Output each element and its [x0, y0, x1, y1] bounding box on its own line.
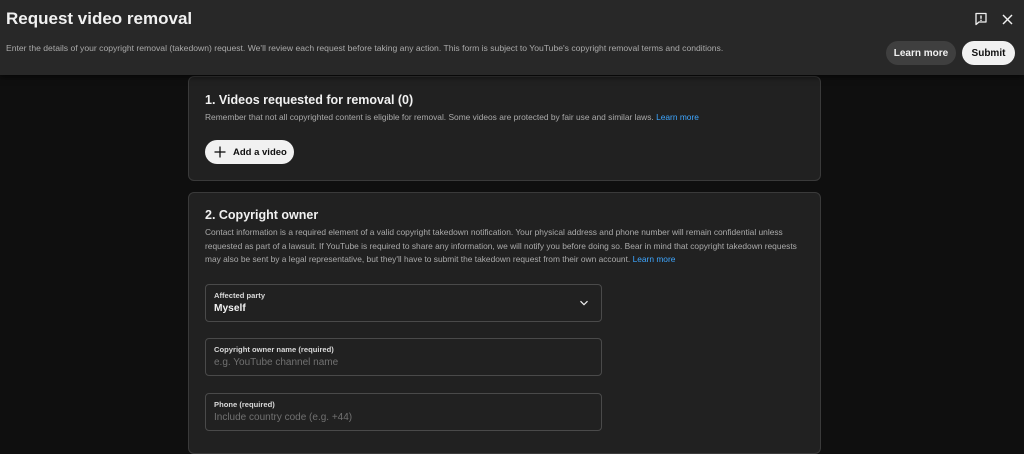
owner-name-label: Copyright owner name (required)	[214, 345, 334, 354]
learn-more-button[interactable]: Learn more	[886, 41, 956, 65]
feedback-icon[interactable]	[972, 10, 990, 28]
chevron-down-icon	[580, 300, 588, 306]
plus-icon	[213, 145, 227, 159]
add-video-button[interactable]: Add a video	[205, 140, 294, 164]
videos-section-title: 1. Videos requested for removal (0)	[205, 93, 414, 107]
copyright-owner-section: 2. Copyright owner Contact information i…	[188, 192, 821, 454]
affected-party-select[interactable]: Affected party Myself	[205, 284, 602, 322]
owner-learn-more-link[interactable]: Learn more	[633, 254, 676, 264]
owner-name-input[interactable]	[214, 357, 584, 368]
phone-field[interactable]: Phone (required)	[205, 393, 602, 431]
page-title: Request video removal	[6, 9, 193, 28]
videos-learn-more-link[interactable]: Learn more	[656, 112, 699, 122]
owner-section-description: Contact information is a required elemen…	[205, 226, 805, 267]
owner-name-field[interactable]: Copyright owner name (required)	[205, 338, 602, 376]
owner-description-text: Contact information is a required elemen…	[205, 227, 797, 265]
videos-section: 1. Videos requested for removal (0) Reme…	[188, 76, 821, 181]
submit-button[interactable]: Submit	[962, 41, 1015, 65]
dialog-header: Request video removal Enter the details …	[0, 0, 1024, 75]
phone-label: Phone (required)	[214, 400, 275, 409]
phone-input[interactable]	[214, 412, 584, 423]
owner-section-title: 2. Copyright owner	[205, 208, 319, 222]
page-subtitle: Enter the details of your copyright remo…	[6, 43, 724, 53]
close-icon[interactable]	[998, 10, 1016, 28]
videos-description-text: Remember that not all copyrighted conten…	[205, 112, 654, 122]
add-video-label: Add a video	[233, 146, 287, 158]
videos-section-description: Remember that not all copyrighted conten…	[205, 111, 805, 125]
affected-party-label: Affected party	[214, 291, 266, 300]
affected-party-value: Myself	[214, 303, 246, 314]
